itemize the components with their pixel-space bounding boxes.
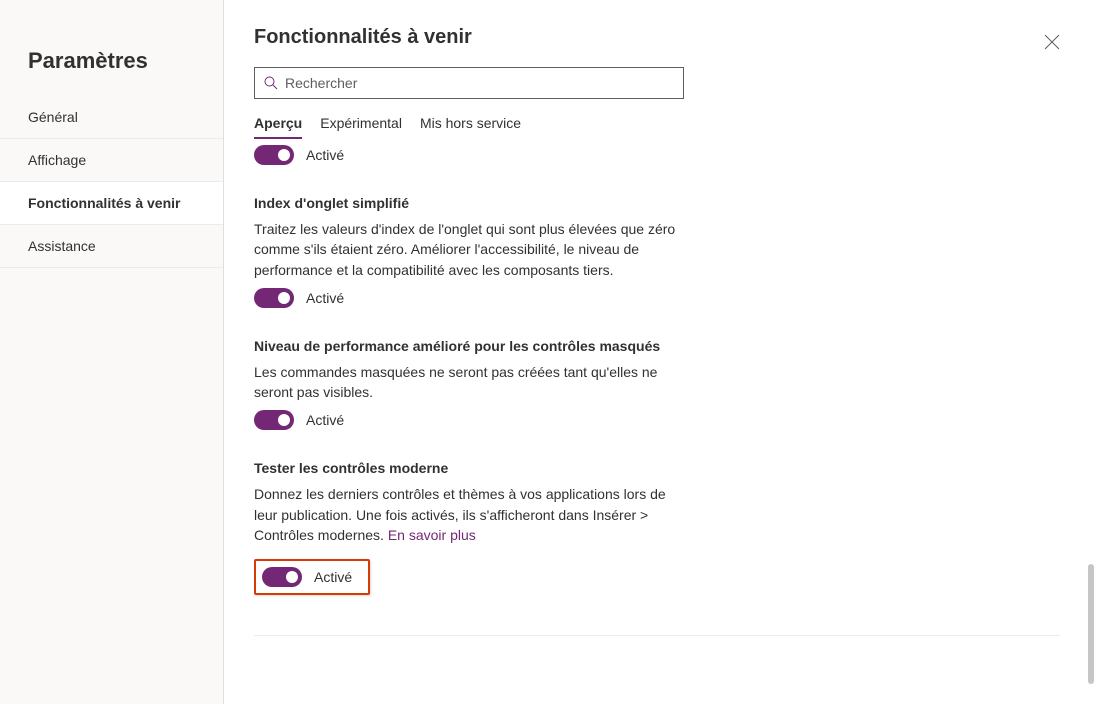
learn-more-link[interactable]: En savoir plus: [388, 527, 476, 543]
page-title: Fonctionnalités à venir: [254, 26, 1068, 49]
setting-description: Traitez les valeurs d'index de l'onglet …: [254, 219, 684, 280]
setting-description: Les commandes masquées ne seront pas cré…: [254, 362, 684, 403]
search-input[interactable]: [285, 75, 675, 91]
main-panel: Fonctionnalités à venir Aperçu Expérimen…: [224, 0, 1098, 704]
search-icon: [263, 75, 279, 91]
toggle-switch[interactable]: [254, 410, 294, 430]
sidebar-item-upcoming[interactable]: Fonctionnalités à venir: [0, 182, 223, 225]
toggle-label: Activé: [306, 147, 344, 163]
tab-retired[interactable]: Mis hors service: [420, 113, 521, 139]
sidebar-item-general[interactable]: Général: [0, 96, 223, 139]
sidebar-title: Paramètres: [0, 38, 223, 96]
toggle-row: Activé: [254, 410, 684, 430]
settings-sidebar: Paramètres Général Affichage Fonctionnal…: [0, 0, 224, 704]
sidebar-item-support[interactable]: Assistance: [0, 225, 223, 268]
toggle-label: Activé: [314, 569, 352, 585]
setting-modern-controls: Tester les contrôles moderne Donnez les …: [254, 460, 684, 595]
highlighted-toggle: Activé: [254, 559, 370, 595]
toggle-label: Activé: [306, 290, 344, 306]
toggle-row: Activé: [254, 288, 684, 308]
tab-preview[interactable]: Aperçu: [254, 113, 302, 139]
search-box[interactable]: [254, 67, 684, 99]
close-button[interactable]: [1036, 26, 1068, 58]
bottom-divider: [254, 635, 1060, 636]
scrollbar[interactable]: [1086, 90, 1094, 684]
toggle-row-top: Activé: [254, 145, 1060, 165]
settings-content: Activé Index d'onglet simplifié Traitez …: [254, 139, 1068, 704]
setting-hidden-controls-perf: Niveau de performance amélioré pour les …: [254, 338, 684, 431]
close-icon: [1044, 34, 1060, 50]
toggle-switch[interactable]: [262, 567, 302, 587]
toggle-label: Activé: [306, 412, 344, 428]
setting-title: Index d'onglet simplifié: [254, 195, 684, 211]
tab-experimental[interactable]: Expérimental: [320, 113, 402, 139]
setting-description: Donnez les derniers contrôles et thèmes …: [254, 484, 684, 545]
toggle-switch[interactable]: [254, 288, 294, 308]
setting-simplified-tab-index: Index d'onglet simplifié Traitez les val…: [254, 195, 684, 308]
scrollbar-thumb[interactable]: [1088, 564, 1094, 684]
tabs: Aperçu Expérimental Mis hors service: [254, 113, 1068, 139]
setting-title: Tester les contrôles moderne: [254, 460, 684, 476]
toggle-switch[interactable]: [254, 145, 294, 165]
sidebar-item-display[interactable]: Affichage: [0, 139, 223, 182]
setting-title: Niveau de performance amélioré pour les …: [254, 338, 684, 354]
